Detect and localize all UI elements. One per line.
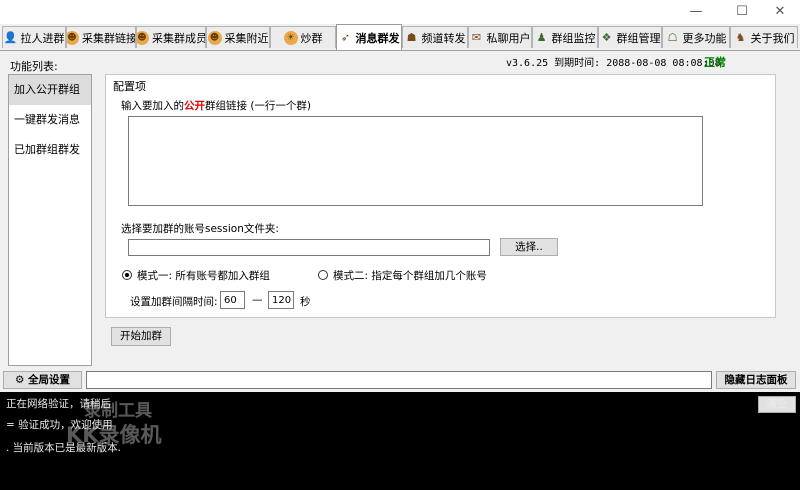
tab-group-manage[interactable]: ❖ 群组管理: [598, 26, 662, 48]
tab-collect-nearby[interactable]: ☻ 采集附近: [206, 26, 270, 48]
mode2-radio[interactable]: [318, 270, 328, 280]
tab-label: 采集群成员: [152, 31, 206, 45]
tab-label: 炒群: [300, 31, 323, 45]
label-prefix: 输入要加入的: [121, 100, 184, 112]
session-folder-label: 选择要加群的账号session文件夹:: [121, 223, 279, 235]
maximize-button[interactable]: ☐: [722, 0, 762, 24]
house-icon: ☗: [406, 30, 417, 44]
mode1-label[interactable]: 模式一: 所有账号都加入群组: [137, 268, 270, 283]
close-button[interactable]: ✕: [760, 0, 800, 24]
label-suffix: 群组链接 (一行一个群): [205, 100, 312, 112]
function-list-label: 功能列表:: [10, 60, 58, 73]
sun-icon: ☀: [283, 30, 298, 45]
status-badge: 正常: [704, 56, 726, 69]
sidebar-item-join-public-groups[interactable]: 加入公开群组: [9, 75, 91, 105]
tab-label: 群组管理: [616, 31, 661, 45]
tab-label: 群组监控: [551, 31, 596, 45]
monitor-user-icon: ♟: [536, 30, 547, 44]
log-console: 正在网络验证，请稍后 = 验证成功，欢迎使用 . 当前版本已是最新版本. 清空 …: [0, 392, 800, 490]
tab-label: 关于我们: [750, 31, 795, 45]
title-bar: — ☐ ✕: [0, 0, 800, 24]
tab-label: 消息群发: [355, 31, 400, 45]
envelope-icon: ✉: [471, 30, 482, 44]
group-links-label: 输入要加入的公开群组链接 (一行一个群): [121, 98, 311, 113]
manage-icon: ❖: [601, 30, 612, 44]
global-settings-button[interactable]: ⚙ 全局设置: [3, 371, 82, 389]
tab-label: 拉人进群: [20, 31, 65, 45]
gear-icon: ⚙: [14, 374, 25, 386]
tab-label: 采集附近: [224, 31, 269, 45]
bottom-bar: ⚙ 全局设置 隐藏日志面板: [0, 368, 800, 392]
sidebar-item-one-click-broadcast[interactable]: 一键群发消息: [9, 105, 91, 135]
tab-about-us[interactable]: ♞ 关于我们: [730, 26, 798, 48]
hide-log-button[interactable]: 隐藏日志面板: [716, 371, 796, 389]
smiley-icon: ☻: [67, 30, 79, 45]
smiley-icon: ☻: [137, 30, 149, 45]
interval-unit: 秒: [300, 296, 311, 308]
tab-label: 更多功能: [682, 31, 727, 45]
smiley-icon: ☻: [207, 30, 222, 45]
send-icon: ➶: [340, 30, 351, 44]
version-expiry-text: v3.6.25 到期时间: 2088-08-08 08:08:08: [506, 58, 721, 69]
interval-separator: —: [252, 294, 263, 306]
tab-collect-group-members[interactable]: ☻ 采集群成员: [136, 26, 206, 48]
status-field: [86, 371, 712, 389]
minimize-button[interactable]: —: [676, 0, 716, 24]
browse-button[interactable]: 选择..: [500, 238, 558, 256]
tab-pull-into-group[interactable]: 👤 拉人进群: [2, 26, 66, 48]
config-section-title: 配置项: [113, 80, 146, 93]
sidebar-item-joined-groups-broadcast[interactable]: 已加群组群发: [9, 135, 91, 165]
tab-group-monitor[interactable]: ♟ 群组监控: [532, 26, 598, 48]
tab-fry-group[interactable]: ☀ 炒群: [270, 26, 336, 48]
tab-channel-forward[interactable]: ☗ 频道转发: [402, 26, 468, 48]
tab-collect-group-links[interactable]: ☻ 采集群链接: [66, 26, 136, 48]
tab-message-broadcast[interactable]: ➶ 消息群发: [336, 24, 402, 50]
person-icon: 👤: [3, 30, 18, 44]
session-folder-input[interactable]: [128, 239, 490, 256]
mode1-radio[interactable]: [122, 270, 132, 280]
public-highlight: 公开: [184, 100, 205, 112]
clear-log-button[interactable]: 清空: [758, 396, 796, 413]
tab-label: 采集群链接: [82, 31, 136, 45]
watermark-line2: KK录像机: [66, 423, 162, 447]
tab-bar: 👤 拉人进群 ☻ 采集群链接 ☻ 采集群成员 ☻ 采集附近 ☀ 炒群 ➶ 消息群…: [0, 24, 800, 51]
tab-label: 私聊用户: [486, 31, 531, 45]
mode2-label[interactable]: 模式二: 指定每个群组加几个账号: [333, 268, 487, 283]
watermark-line1: 录制工具: [84, 401, 152, 421]
group-links-textarea[interactable]: [128, 116, 703, 206]
about-icon: ♞: [735, 30, 746, 44]
tab-more-features[interactable]: ☖ 更多功能: [662, 26, 730, 48]
more-icon: ☖: [667, 30, 678, 44]
interval-max-input[interactable]: 120: [268, 291, 294, 309]
function-list: 加入公开群组 一键群发消息 已加群组群发: [8, 74, 92, 366]
interval-min-input[interactable]: 60: [220, 291, 245, 309]
tab-private-chat[interactable]: ✉ 私聊用户: [468, 26, 532, 48]
tab-label: 频道转发: [421, 31, 466, 45]
interval-label: 设置加群间隔时间:: [130, 296, 218, 308]
global-settings-label: 全局设置: [28, 374, 71, 386]
start-join-button[interactable]: 开始加群: [111, 327, 171, 346]
